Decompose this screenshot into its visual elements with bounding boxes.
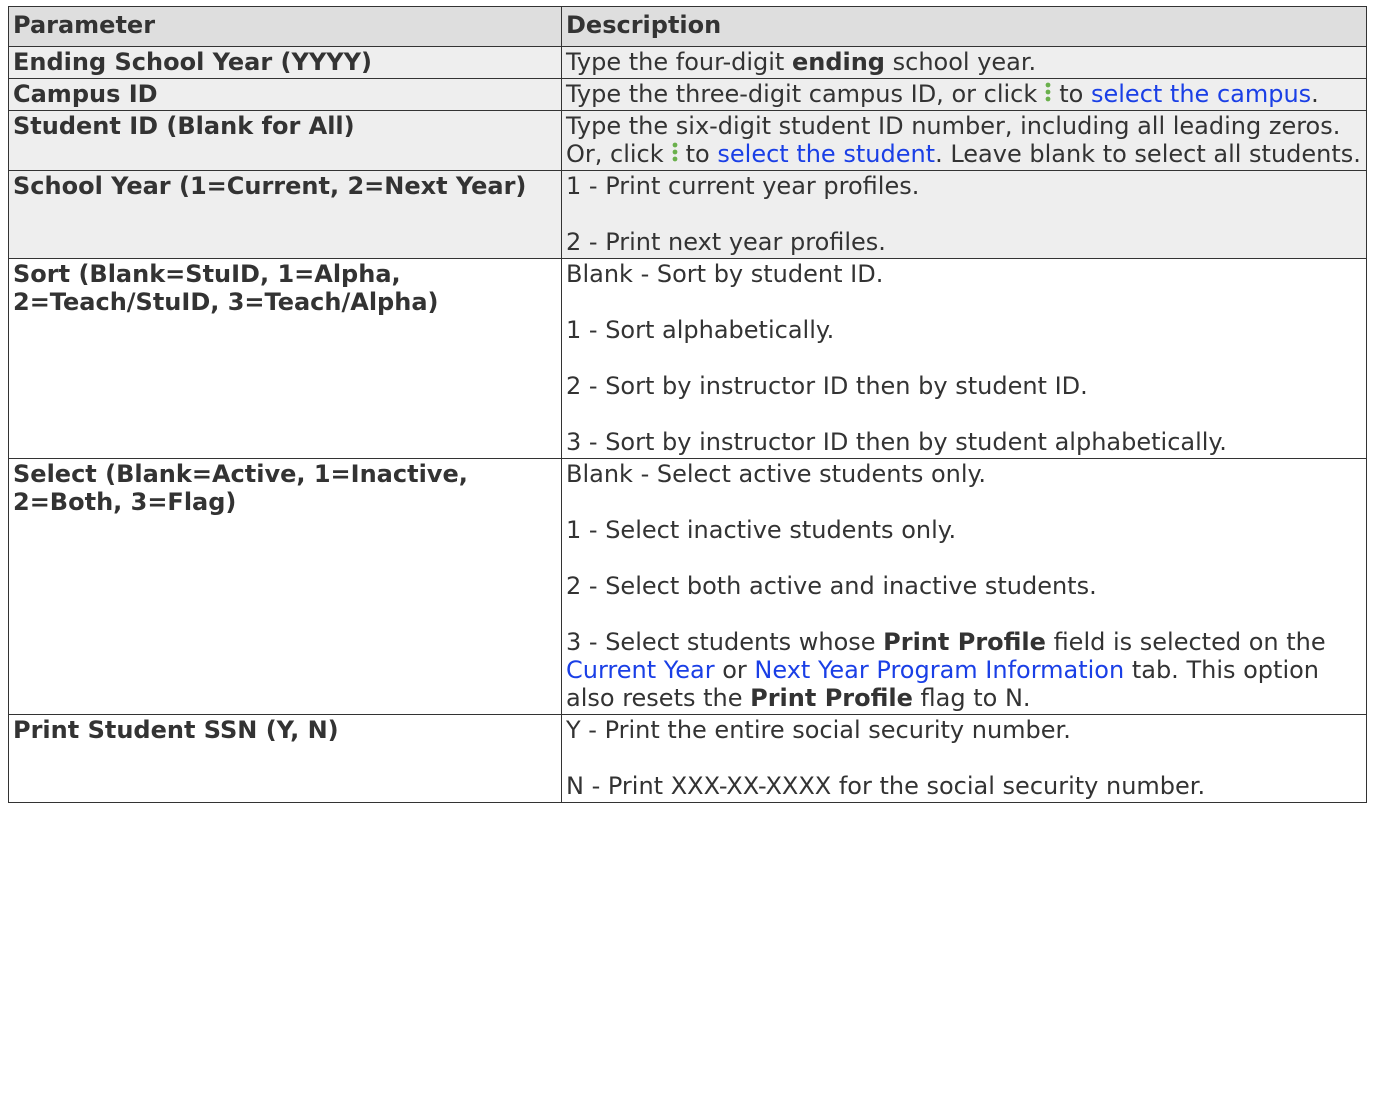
description-bold: Print Profile bbox=[750, 684, 913, 712]
table-row: Student ID (Blank for All) Type the six-… bbox=[8, 110, 1367, 171]
description-bold: ending bbox=[791, 48, 885, 76]
table-row: Ending School Year (YYYY) Type the four-… bbox=[8, 46, 1367, 79]
parameter-name: Ending School Year (YYYY) bbox=[8, 46, 562, 79]
description-text: school year. bbox=[885, 48, 1037, 76]
description-text: or bbox=[714, 656, 755, 684]
description-text: to bbox=[1059, 80, 1091, 108]
description-text: field is selected on the bbox=[1045, 628, 1326, 656]
parameter-name: Student ID (Blank for All) bbox=[8, 110, 562, 171]
parameter-name: Select (Blank=Active, 1=Inactive, 2=Both… bbox=[8, 458, 562, 715]
header-row: Parameter Description bbox=[8, 6, 1367, 47]
description-bold: Print Profile bbox=[883, 628, 1046, 656]
description-line: 2 - Print next year profiles. bbox=[566, 228, 886, 256]
select-campus-link[interactable]: select the campus bbox=[1091, 80, 1311, 108]
kebab-lookup-icon bbox=[1045, 82, 1051, 102]
description-text: Type the three-digit campus ID, or click bbox=[566, 80, 1038, 108]
description-line: Blank - Sort by student ID. bbox=[566, 260, 884, 288]
table-row: Print Student SSN (Y, N) Y - Print the e… bbox=[8, 714, 1367, 803]
parameter-description: Type the three-digit campus ID, or click… bbox=[561, 78, 1367, 111]
description-text: to bbox=[685, 140, 718, 168]
parameter-description: Y - Print the entire social security num… bbox=[561, 714, 1367, 803]
description-text: . Leave blank to select all students. bbox=[935, 140, 1361, 168]
description-line: 3 - Sort by instructor ID then by studen… bbox=[566, 428, 1227, 456]
description-header: Description bbox=[561, 6, 1367, 47]
description-line: 1 - Select inactive students only. bbox=[566, 516, 957, 544]
parameter-table: Parameter Description Ending School Year… bbox=[8, 6, 1367, 803]
description-text: 3 - Select students whose bbox=[566, 628, 884, 656]
parameter-name: Sort (Blank=StuID, 1=Alpha, 2=Teach/StuI… bbox=[8, 258, 562, 459]
parameter-description: Blank - Select active students only. 1 -… bbox=[561, 458, 1367, 715]
description-line: 3 - Select students whose Print Profile … bbox=[566, 628, 1363, 712]
parameter-name: School Year (1=Current, 2=Next Year) bbox=[8, 170, 562, 259]
select-student-link[interactable]: select the student bbox=[717, 140, 935, 168]
table-row: Campus ID Type the three-digit campus ID… bbox=[8, 78, 1367, 111]
table-row: School Year (1=Current, 2=Next Year) 1 -… bbox=[8, 170, 1367, 259]
description-line: Blank - Select active students only. bbox=[566, 460, 986, 488]
description-line: 2 - Select both active and inactive stud… bbox=[566, 572, 1097, 600]
parameter-header: Parameter bbox=[8, 6, 562, 47]
table-row: Select (Blank=Active, 1=Inactive, 2=Both… bbox=[8, 458, 1367, 715]
description-text: Type the four-digit bbox=[566, 48, 792, 76]
description-line: N - Print XXX-XX-XXXX for the social sec… bbox=[566, 772, 1206, 800]
parameter-name: Print Student SSN (Y, N) bbox=[8, 714, 562, 803]
description-text: flag to N. bbox=[912, 684, 1031, 712]
parameter-description: Type the six-digit student ID number, in… bbox=[561, 110, 1367, 171]
next-year-program-information-link[interactable]: Next Year Program Information bbox=[754, 656, 1124, 684]
current-year-link[interactable]: Current Year bbox=[566, 656, 715, 684]
parameter-description: Blank - Sort by student ID. 1 - Sort alp… bbox=[561, 258, 1367, 459]
description-text: . bbox=[1311, 80, 1319, 108]
description-line: 1 - Print current year profiles. bbox=[566, 172, 920, 200]
parameter-description: 1 - Print current year profiles. 2 - Pri… bbox=[561, 170, 1367, 259]
table-row: Sort (Blank=StuID, 1=Alpha, 2=Teach/StuI… bbox=[8, 258, 1367, 459]
parameter-name: Campus ID bbox=[8, 78, 562, 111]
description-line: 1 - Sort alphabetically. bbox=[566, 316, 835, 344]
description-line: 2 - Sort by instructor ID then by studen… bbox=[566, 372, 1088, 400]
kebab-lookup-icon bbox=[672, 142, 678, 162]
description-line: Y - Print the entire social security num… bbox=[566, 716, 1071, 744]
parameter-description: Type the four-digit ending school year. bbox=[561, 46, 1367, 79]
